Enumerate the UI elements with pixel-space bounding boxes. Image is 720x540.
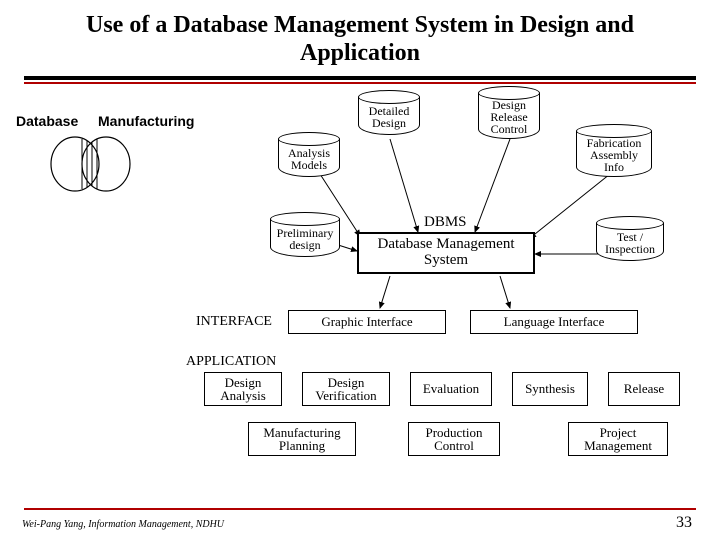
page-title: Use of a Database Management System in D… — [0, 0, 720, 73]
label-interface: INTERFACE — [196, 314, 272, 330]
cylinder-design-release-control: DesignReleaseControl — [478, 86, 540, 139]
diagram-canvas: Database Manufacturing — [0, 84, 720, 504]
box-evaluation: Evaluation — [410, 372, 492, 406]
label-manufacturing: Manufacturing — [98, 114, 194, 129]
page-number: 33 — [676, 514, 692, 532]
box-language-interface: Language Interface — [470, 310, 638, 334]
title-rule — [24, 76, 696, 84]
box-design-analysis: DesignAnalysis — [204, 372, 282, 406]
dbms-box: Database ManagementSystem — [357, 232, 535, 274]
label-dbms: DBMS — [424, 214, 467, 231]
footer-rule — [24, 508, 696, 510]
cylinder-detailed-design: DetailedDesign — [358, 90, 420, 135]
label-application: APPLICATION — [186, 354, 276, 370]
box-synthesis: Synthesis — [512, 372, 588, 406]
label-database: Database — [16, 114, 78, 129]
box-release: Release — [608, 372, 680, 406]
footer-author: Wei-Pang Yang, Information Management, N… — [22, 519, 224, 530]
cylinder-preliminary-design: Preliminarydesign — [270, 212, 340, 257]
cylinder-test-inspection: Test /Inspection — [596, 216, 664, 261]
box-project-management: ProjectManagement — [568, 422, 668, 456]
box-design-verification: DesignVerification — [302, 372, 390, 406]
box-production-control: ProductionControl — [408, 422, 500, 456]
box-graphic-interface: Graphic Interface — [288, 310, 446, 334]
box-manufacturing-planning: ManufacturingPlanning — [248, 422, 356, 456]
cylinder-fabrication-assembly: FabricationAssemblyInfo — [576, 124, 652, 177]
cylinder-analysis-models: AnalysisModels — [278, 132, 340, 177]
